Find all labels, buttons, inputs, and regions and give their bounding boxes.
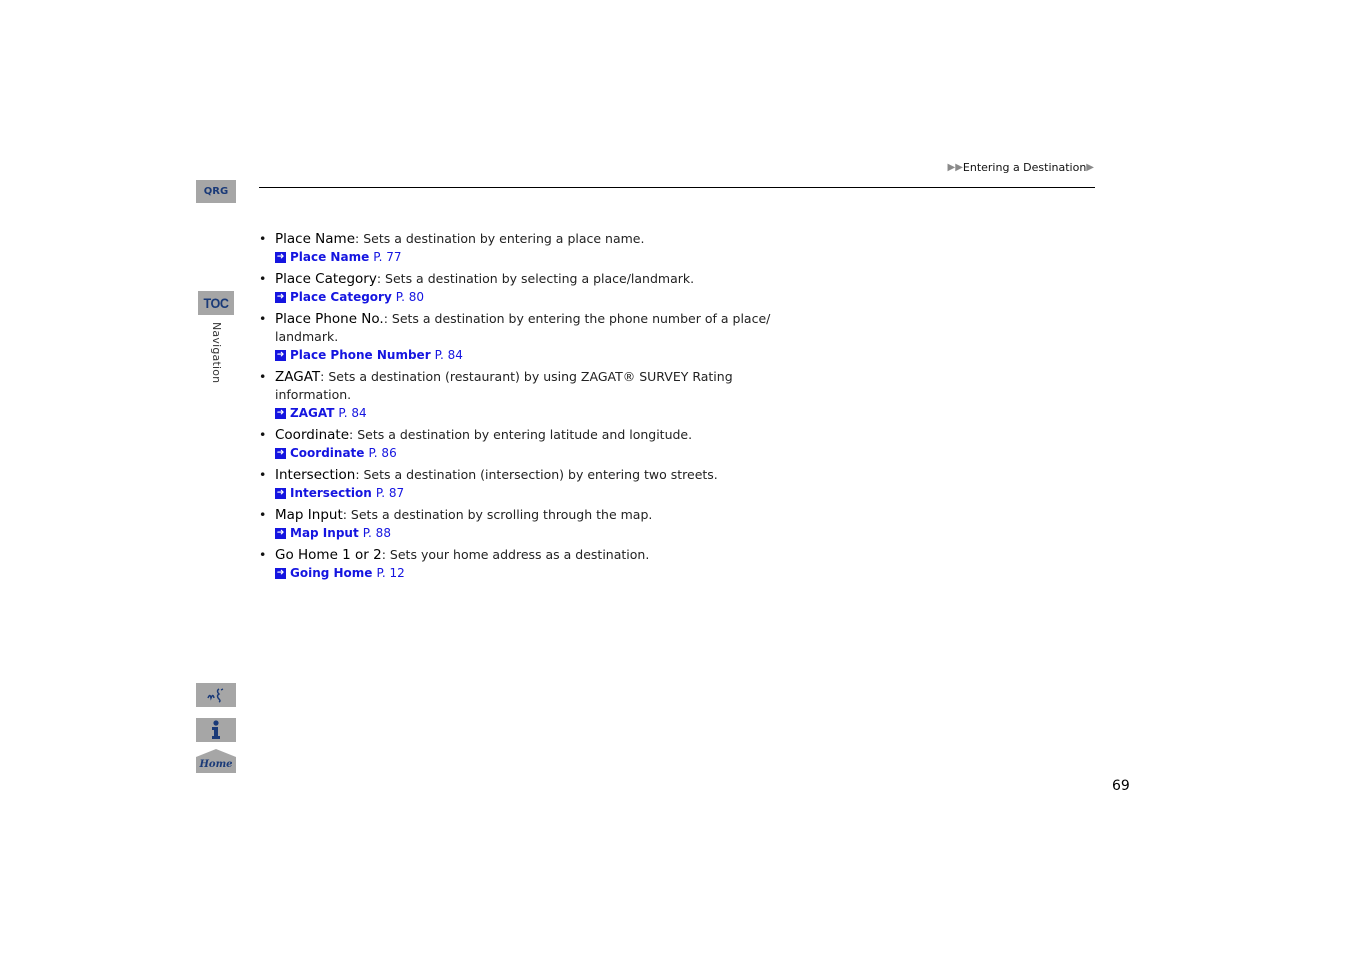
item-term: Intersection <box>275 467 356 483</box>
qrg-label: QRG <box>203 186 229 197</box>
ref-page[interactable]: P. 84 <box>338 404 366 422</box>
ref-page[interactable]: P. 87 <box>376 484 404 502</box>
cross-reference-link[interactable]: ➜ Place Category P. 80 <box>275 288 779 306</box>
cross-reference-link[interactable]: ➜ Place Name P. 77 <box>275 248 779 266</box>
breadcrumb-arrow-icon: ▶ <box>1086 162 1094 173</box>
home-label: Home <box>198 759 232 770</box>
item-description: : Sets a destination (intersection) by e… <box>355 467 718 482</box>
bullet-icon: • <box>259 369 267 384</box>
ref-title[interactable]: Map Input <box>290 524 359 542</box>
list-item: • Place Category: Sets a destination by … <box>259 270 779 306</box>
item-description: : Sets your home address as a destinatio… <box>381 547 650 562</box>
qrg-tab[interactable]: QRG <box>196 180 236 203</box>
section-label: Navigation <box>210 322 223 384</box>
home-icon: Home <box>196 749 236 773</box>
header-rule <box>259 187 1095 188</box>
info-icon <box>212 720 220 739</box>
page-number: 69 <box>1112 778 1130 794</box>
list-item: • Place Phone No.: Sets a destination by… <box>259 310 779 364</box>
ref-title[interactable]: ZAGAT <box>290 404 334 422</box>
list-item: • Coordinate: Sets a destination by ente… <box>259 426 779 462</box>
item-description: : Sets a destination (restaurant) by usi… <box>275 369 733 402</box>
arrow-right-icon: ➜ <box>275 291 286 303</box>
list-item: • Intersection: Sets a destination (inte… <box>259 466 779 502</box>
cross-reference-link[interactable]: ➜ Going Home P. 12 <box>275 564 779 582</box>
ref-page[interactable]: P. 84 <box>435 346 463 364</box>
arrow-right-icon: ➜ <box>275 567 286 579</box>
toc-tab[interactable]: TOC <box>198 291 234 315</box>
bullet-icon: • <box>259 467 267 482</box>
toc-label: TOC <box>203 295 229 311</box>
voice-command-icon <box>207 688 224 703</box>
item-description: : Sets a destination by entering a place… <box>355 231 645 246</box>
ref-page[interactable]: P. 88 <box>363 524 391 542</box>
cross-reference-link[interactable]: ➜ Coordinate P. 86 <box>275 444 779 462</box>
arrow-right-icon: ➜ <box>275 527 286 539</box>
home-tab[interactable]: Home <box>196 749 236 773</box>
ref-title[interactable]: Coordinate <box>290 444 364 462</box>
arrow-right-icon: ➜ <box>275 487 286 499</box>
ref-title[interactable]: Intersection <box>290 484 372 502</box>
bullet-icon: • <box>259 271 267 286</box>
item-description: : Sets a destination by scrolling throug… <box>342 507 653 522</box>
breadcrumb-arrow-icon: ▶▶ <box>947 162 963 173</box>
ref-title[interactable]: Place Category <box>290 288 392 306</box>
bullet-icon: • <box>259 547 267 562</box>
cross-reference-link[interactable]: ➜ Map Input P. 88 <box>275 524 779 542</box>
ref-page[interactable]: P. 86 <box>368 444 396 462</box>
arrow-right-icon: ➜ <box>275 251 286 263</box>
list-item: • ZAGAT: Sets a destination (restaurant)… <box>259 368 779 422</box>
info-tab[interactable] <box>196 718 236 742</box>
destination-options-list: • Place Name: Sets a destination by ente… <box>259 230 779 586</box>
arrow-right-icon: ➜ <box>275 447 286 459</box>
item-description: : Sets a destination by selecting a plac… <box>376 271 695 286</box>
item-term: Place Category <box>275 271 377 287</box>
arrow-right-icon: ➜ <box>275 407 286 419</box>
cross-reference-link[interactable]: ➜ Intersection P. 87 <box>275 484 779 502</box>
ref-page[interactable]: P. 12 <box>376 564 404 582</box>
bullet-icon: • <box>259 311 267 326</box>
list-item: • Go Home 1 or 2: Sets your home address… <box>259 546 779 582</box>
breadcrumb: ▶▶ Entering a Destination ▶ <box>948 161 1094 174</box>
breadcrumb-title: Entering a Destination <box>962 161 1087 174</box>
bullet-icon: • <box>259 507 267 522</box>
arrow-right-icon: ➜ <box>275 349 286 361</box>
bullet-icon: • <box>259 427 267 442</box>
item-term: ZAGAT <box>275 369 321 385</box>
cross-reference-link[interactable]: ➜ Place Phone Number P. 84 <box>275 346 779 364</box>
ref-page[interactable]: P. 77 <box>373 248 401 266</box>
list-item: • Map Input: Sets a destination by scrol… <box>259 506 779 542</box>
bullet-icon: • <box>259 231 267 246</box>
item-term: Coordinate <box>275 427 350 443</box>
cross-reference-link[interactable]: ➜ ZAGAT P. 84 <box>275 404 779 422</box>
item-term: Map Input <box>275 507 343 523</box>
ref-title[interactable]: Place Name <box>290 248 369 266</box>
ref-title[interactable]: Place Phone Number <box>290 346 431 364</box>
ref-title[interactable]: Going Home <box>290 564 372 582</box>
list-item: • Place Name: Sets a destination by ente… <box>259 230 779 266</box>
item-term: Go Home 1 or 2 <box>275 547 382 563</box>
item-term: Place Phone No. <box>275 311 384 327</box>
item-description: : Sets a destination by entering latitud… <box>349 427 693 442</box>
ref-page[interactable]: P. 80 <box>396 288 424 306</box>
voice-command-tab[interactable] <box>196 683 236 707</box>
item-term: Place Name <box>275 231 356 247</box>
